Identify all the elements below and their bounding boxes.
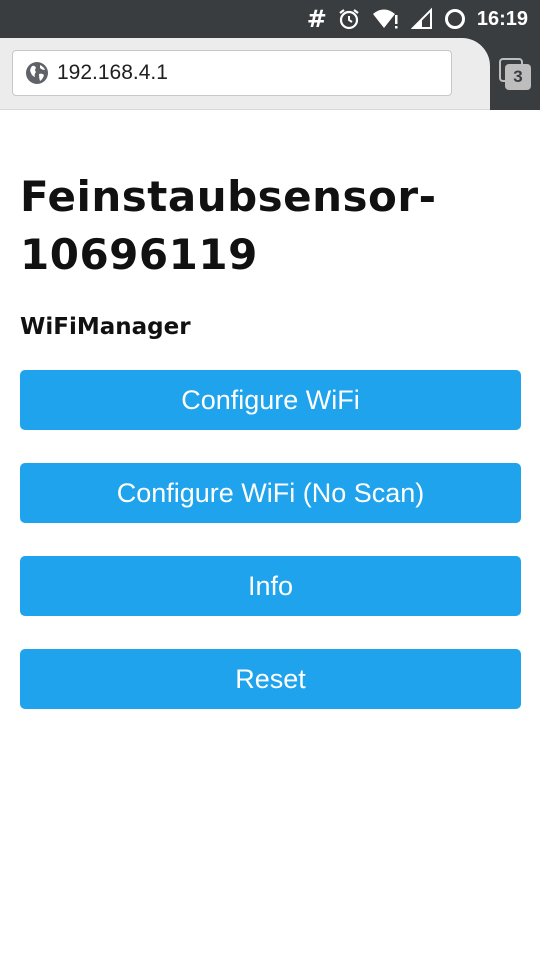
info-button[interactable]: Info <box>20 556 521 616</box>
tab-switcher-button[interactable]: 3 <box>490 38 540 110</box>
page-title: Feinstaubsensor-10696119 <box>20 172 437 279</box>
browser-bar: 192.168.4.1 3 <box>0 38 540 110</box>
configure-wifi-no-scan-button[interactable]: Configure WiFi (No Scan) <box>20 463 521 523</box>
page-subtitle: WiFiManager <box>20 314 191 340</box>
configure-wifi-button[interactable]: Configure WiFi <box>20 370 521 430</box>
browser-toolbar: 192.168.4.1 <box>0 38 490 110</box>
reset-button[interactable]: Reset <box>20 649 521 709</box>
tab-count: 3 <box>505 64 531 90</box>
page-content: Feinstaubsensor-10696119 WiFiManager Con… <box>20 110 521 742</box>
address-bar[interactable]: 192.168.4.1 <box>12 50 452 96</box>
url-text: 192.168.4.1 <box>57 61 168 84</box>
signal-icon <box>410 7 432 29</box>
menu-buttons: Configure WiFi Configure WiFi (No Scan) … <box>20 370 521 709</box>
alarm-icon <box>339 9 359 30</box>
sync-icon <box>444 9 465 29</box>
hash-icon: # <box>306 5 327 33</box>
globe-icon <box>26 62 48 84</box>
tabs-icon: 3 <box>499 58 531 90</box>
status-time: 16:19 <box>476 7 528 30</box>
status-bar: # 16:19 <box>0 0 540 38</box>
wifi-icon <box>372 9 398 29</box>
status-icons: # 16:19 <box>307 0 528 38</box>
